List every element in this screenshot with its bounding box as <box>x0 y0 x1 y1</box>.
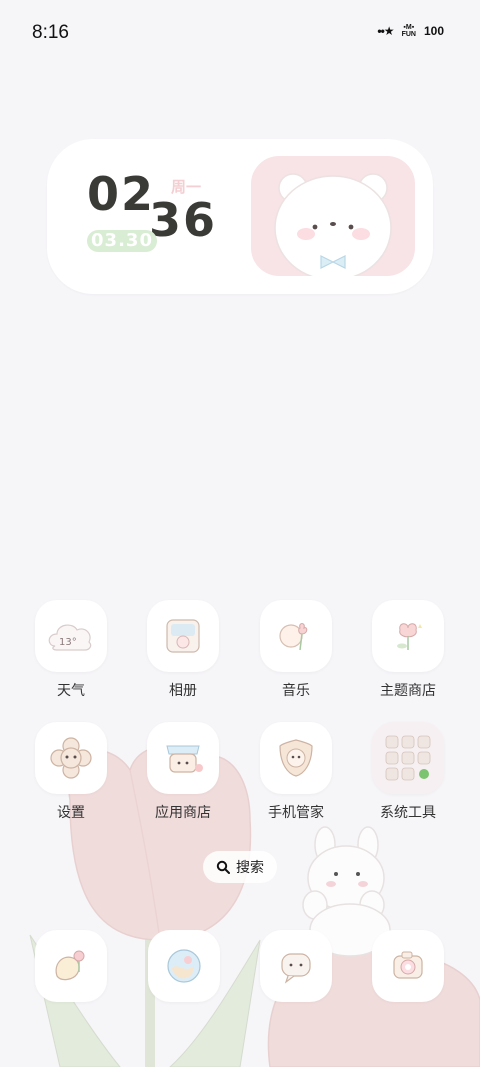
app-gallery[interactable]: 相册 <box>133 600 233 700</box>
status-time: 8:16 <box>32 22 69 43</box>
carrier-badge: ▪M▪ FUN <box>401 24 416 38</box>
browser-globe-icon <box>167 949 201 983</box>
app-weather[interactable]: 13° 天气 <box>21 600 121 700</box>
clock-date: 03.30 <box>87 230 157 252</box>
app-label: 主题商店 <box>380 682 436 698</box>
weather-tile: 13° <box>35 600 107 672</box>
bear-face-icon <box>274 173 392 276</box>
music-tile <box>260 600 332 672</box>
search-icon <box>216 860 230 874</box>
search-button[interactable]: 搜索 <box>203 851 277 883</box>
theme-store-flower-icon <box>397 623 422 650</box>
app-label: 手机管家 <box>268 804 324 820</box>
app-app-store[interactable]: 应用商店 <box>133 722 233 822</box>
phone-manager-tile <box>260 722 332 794</box>
weather-cloud-icon: 13° <box>48 624 92 651</box>
music-tulip-icon <box>279 623 308 651</box>
app-label: 音乐 <box>282 682 310 698</box>
settings-tile <box>35 722 107 794</box>
camera-icon <box>393 951 423 979</box>
carrier-label: FUN <box>401 31 416 38</box>
app-label: 系统工具 <box>380 804 436 820</box>
app-theme-store[interactable]: 主题商店 <box>358 600 458 700</box>
signal-icon: ••★ <box>377 24 394 38</box>
app-label: 应用商店 <box>155 804 211 820</box>
messages-bubble-icon <box>281 953 311 984</box>
dock-messages[interactable] <box>260 930 332 1002</box>
app-music[interactable]: 音乐 <box>246 600 346 700</box>
app-store-tile <box>147 722 219 794</box>
clock-widget[interactable]: 02 周一 36 03.30 <box>47 139 433 294</box>
gallery-tile <box>147 600 219 672</box>
app-label: 相册 <box>169 682 197 698</box>
clock-minute: 36 <box>149 193 218 247</box>
system-tools-folder-icon <box>385 735 431 781</box>
app-store-bear-icon <box>166 745 203 773</box>
weather-temp: 13° <box>59 637 77 648</box>
app-label: 设置 <box>57 804 85 820</box>
phone-bear-icon <box>55 950 85 981</box>
photo-album-icon <box>166 619 200 653</box>
app-phone-manager[interactable]: 手机管家 <box>246 722 346 822</box>
dock-phone[interactable] <box>35 930 107 1002</box>
app-system-tools-folder[interactable]: 系统工具 <box>358 722 458 822</box>
search-label: 搜索 <box>236 859 264 875</box>
app-settings[interactable]: 设置 <box>21 722 121 822</box>
bear-illustration <box>251 156 415 276</box>
dock-camera[interactable] <box>372 930 444 1002</box>
settings-bear-flower-icon <box>50 737 92 779</box>
app-label: 天气 <box>57 682 85 698</box>
system-tools-tile <box>372 722 444 794</box>
status-bar: 8:16 ••★ ▪M▪ FUN 100 <box>0 0 480 68</box>
battery-level: 100 <box>423 24 444 38</box>
theme-store-tile <box>372 600 444 672</box>
phone-manager-shield-icon <box>279 739 313 777</box>
status-icons: ••★ ▪M▪ FUN 100 <box>377 24 444 38</box>
dock-browser[interactable] <box>148 930 220 1002</box>
clock-hour: 02 <box>87 167 156 221</box>
